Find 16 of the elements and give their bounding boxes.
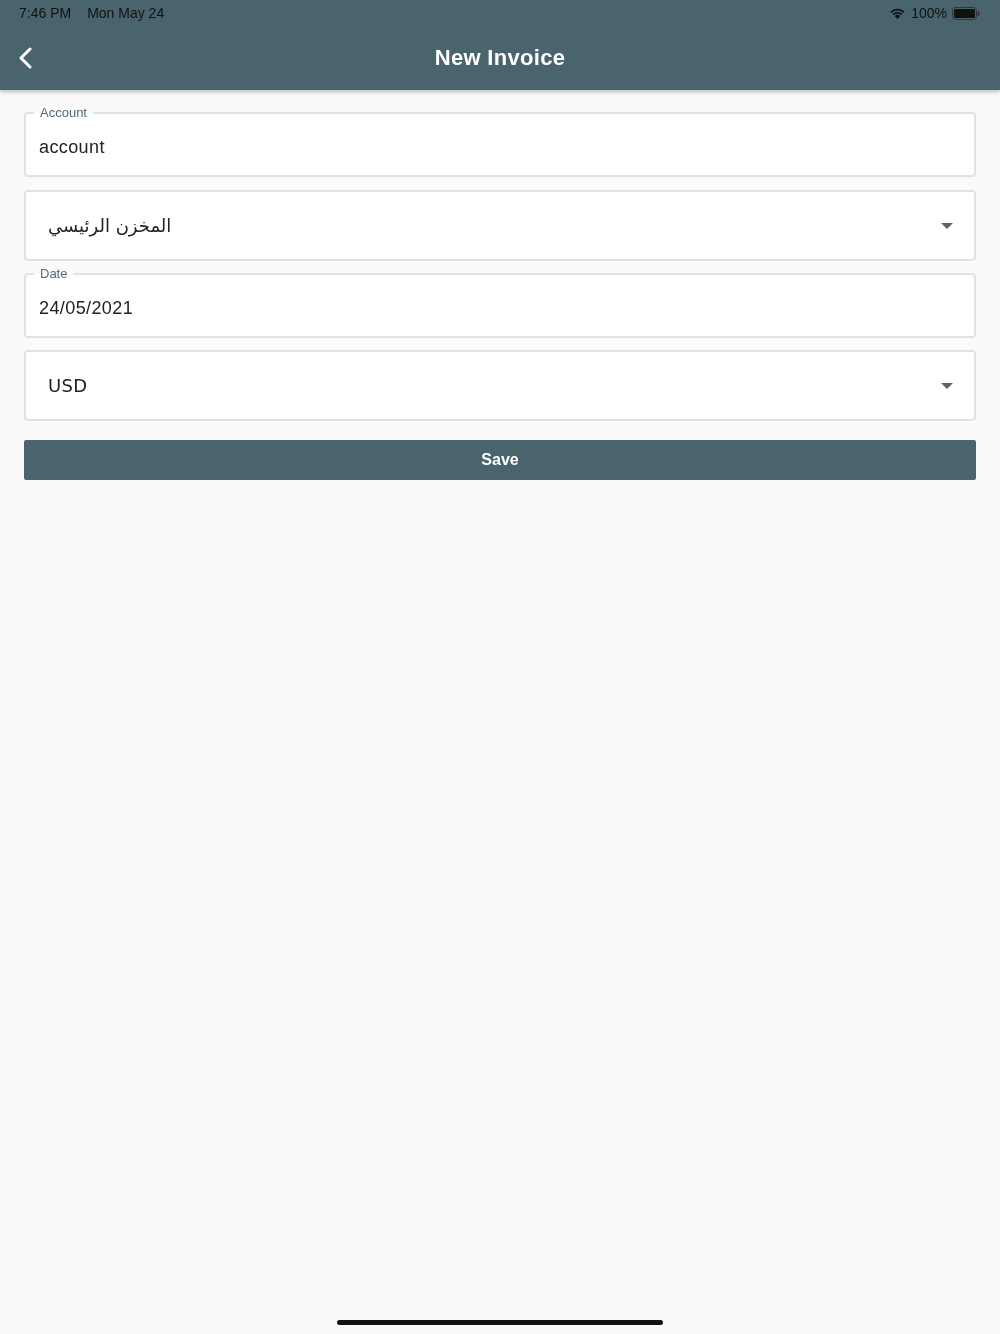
save-button[interactable]: Save: [24, 440, 976, 480]
caret-icon: [941, 222, 953, 229]
dropdown[interactable]: USD: [24, 350, 976, 421]
screen-title: New Invoice: [434, 45, 566, 71]
field-value: account: [39, 137, 105, 158]
battery-icon: [952, 6, 980, 20]
chevron-left-icon: [18, 47, 32, 69]
wifi-icon: [889, 7, 907, 19]
dropdown[interactable]: المخزن الرئيسي: [24, 190, 976, 261]
field-value: 24/05/2021: [39, 298, 134, 319]
caret-icon: [941, 382, 953, 389]
status-time: 7:46 PM: [19, 5, 72, 21]
dropdown-value: USD: [48, 375, 89, 396]
status-date: Mon May 24: [87, 5, 165, 21]
dropdown-value: المخزن الرئيسي: [48, 215, 173, 236]
battery-percent: 100%: [911, 5, 947, 21]
